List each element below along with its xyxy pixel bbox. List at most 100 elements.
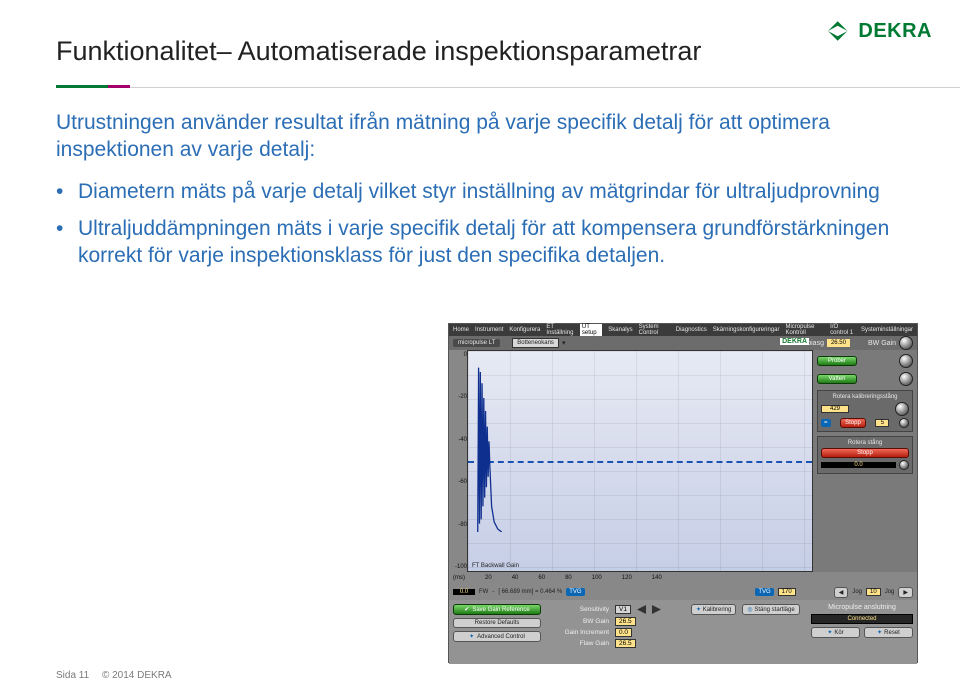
gaininc-label: Gain Increment [549, 629, 609, 636]
vatten-button[interactable]: Vatten [817, 374, 857, 384]
tick-label: 140 [652, 575, 662, 581]
gain-label: biasg [807, 340, 824, 347]
wall-gain-label: FT Backwall Gain [472, 563, 519, 569]
bwgain-label: BW Gain [549, 618, 609, 625]
status-bar: 0.0 FW - [ 66.689 mm] = 0.464 % TVG TVG … [449, 584, 917, 600]
menu-item[interactable]: Konfigurera [509, 327, 540, 333]
jog-right-button[interactable]: ▶ [898, 587, 913, 598]
button-label: Reset [884, 630, 900, 636]
tick-label: 80 [565, 575, 572, 581]
vatten-knob[interactable] [899, 372, 913, 386]
tick-label: (ms) [453, 575, 465, 581]
button-label: Kalibrering [703, 607, 732, 613]
embedded-screenshot: Home Instrument Konfigurera ET Inställni… [448, 323, 918, 663]
bullet-item: Ultraljuddämpningen mäts i varje specifi… [56, 215, 904, 270]
jog-label: Jog [885, 589, 895, 595]
panel-title: Rotera stång [821, 440, 909, 446]
step-value[interactable]: 5 [875, 419, 889, 427]
menu-item[interactable]: System Control [639, 324, 670, 336]
chevron-down-icon[interactable]: ▾ [562, 339, 566, 347]
copyright: © 2014 DEKRA [102, 670, 172, 681]
zero-display: 0.0 [821, 462, 896, 468]
rotate-bar-knob[interactable] [899, 460, 909, 470]
brand-name: DEKRA [858, 20, 932, 43]
tick-label: -20 [458, 394, 467, 400]
kalibrering-button[interactable]: ✦ Kalibrering [691, 604, 736, 615]
menu-item[interactable]: I/O control 1 [830, 324, 855, 336]
equals-icon[interactable]: = [821, 419, 831, 427]
sensitivity-value[interactable]: V1 [615, 605, 631, 614]
mode-select[interactable]: Botteneokans [512, 338, 559, 348]
prober-knob[interactable] [899, 354, 913, 368]
reset-button[interactable]: ✦Reset [864, 627, 913, 638]
flawgain-value[interactable]: 26.5 [615, 639, 636, 648]
menu-item[interactable]: Micropulse Kontroll [785, 324, 824, 336]
reset-icon: ✦ [877, 629, 882, 636]
tvg-badge[interactable]: TVG [755, 588, 773, 596]
dekra-mark-icon [826, 18, 852, 44]
app-brand-badge: DEKRA [780, 338, 809, 345]
probe-chip[interactable]: micropulse LT [453, 339, 500, 347]
gear-icon: ✦ [469, 633, 474, 640]
menu-item[interactable]: UT setup [580, 324, 602, 336]
brand-logo: DEKRA [826, 18, 932, 44]
status-left: 0.0 [453, 589, 475, 595]
panel-title: Rotera kalibreringsstång [821, 394, 909, 400]
waveform-plot[interactable]: FT Backwall Gain [467, 350, 813, 572]
jog-left-button[interactable]: ◀ [834, 587, 849, 598]
button-label: Stäng startläge [754, 607, 794, 613]
button-label: Kör [834, 630, 843, 636]
stop-button[interactable]: Stopp [821, 448, 909, 458]
count-value: 429 [821, 405, 849, 413]
page-title: Funktionalitet– Automatiserade inspektio… [56, 36, 904, 67]
app-menubar[interactable]: Home Instrument Konfigurera ET Inställni… [449, 324, 917, 336]
bw-gain-label: BW Gain [868, 340, 896, 347]
gaininc-value[interactable]: 0.0 [615, 628, 632, 637]
save-gain-button[interactable]: ✔Save Gain Reference [453, 604, 541, 615]
tick-label: 60 [538, 575, 545, 581]
advanced-control-button[interactable]: ✦Advanced Control [453, 631, 541, 642]
fw-label: FW [479, 589, 488, 595]
button-label: Save Gain Reference [472, 607, 529, 613]
connection-status: Connected [811, 614, 913, 624]
stop-button[interactable]: Stopp [840, 418, 866, 428]
tick-label: 40 [512, 575, 519, 581]
menu-item[interactable]: Skärningskonfigureringar [713, 327, 780, 333]
jog-value[interactable]: 10 [866, 588, 881, 596]
target-icon: ◎ [747, 607, 752, 613]
menu-item[interactable]: Diagnostics [676, 327, 707, 333]
jog-label: Jog [852, 589, 862, 595]
right-panel: Prober Vatten Rotera kalibreringsstång 4… [813, 350, 917, 572]
step-knob[interactable] [899, 418, 909, 428]
title-rule [56, 85, 904, 88]
restore-defaults-button[interactable]: Restore Defaults [453, 618, 541, 628]
app-toolbar: micropulse LT Botteneokans ▾ biasg 26.50… [449, 336, 917, 350]
menu-item[interactable]: Home [453, 327, 469, 333]
tick-label: 120 [622, 575, 632, 581]
rotate-knob[interactable] [895, 402, 909, 416]
rotate-bar-panel: Rotera stång Stopp 0.0 [817, 436, 913, 474]
kor-button[interactable]: ✦Kör [811, 627, 860, 638]
wrench-icon: ✦ [696, 607, 701, 613]
tvg-value[interactable]: 170 [778, 588, 796, 596]
mp-title: Micropulse anslutning [811, 604, 913, 611]
check-icon: ✔ [464, 606, 469, 613]
rotate-cal-panel: Rotera kalibreringsstång 429 = Stopp 5 [817, 390, 913, 432]
gain-value[interactable]: 26.50 [827, 339, 850, 347]
bwgain-value[interactable]: 26.5 [615, 617, 636, 626]
menu-item[interactable]: ET Inställning [546, 324, 574, 336]
stang-startlage-button[interactable]: ◎ Stäng startläge [742, 604, 799, 615]
dashed-midline [468, 461, 812, 463]
menu-item[interactable]: Systeminställningar [861, 327, 913, 333]
waveform-trace-icon [476, 359, 502, 532]
intro-paragraph: Utrustningen använder resultat ifrån mät… [56, 110, 904, 164]
tvg-badge[interactable]: TVG [566, 588, 584, 596]
menu-item[interactable]: Instrument [475, 327, 503, 333]
bw-gain-knob[interactable] [899, 336, 913, 350]
arrow-left-icon[interactable] [637, 605, 646, 614]
tick-label: -60 [458, 479, 467, 485]
tick-label: 20 [485, 575, 492, 581]
prober-button[interactable]: Prober [817, 356, 857, 366]
menu-item[interactable]: Skanalys [608, 327, 632, 333]
arrow-right-icon[interactable] [652, 605, 661, 614]
